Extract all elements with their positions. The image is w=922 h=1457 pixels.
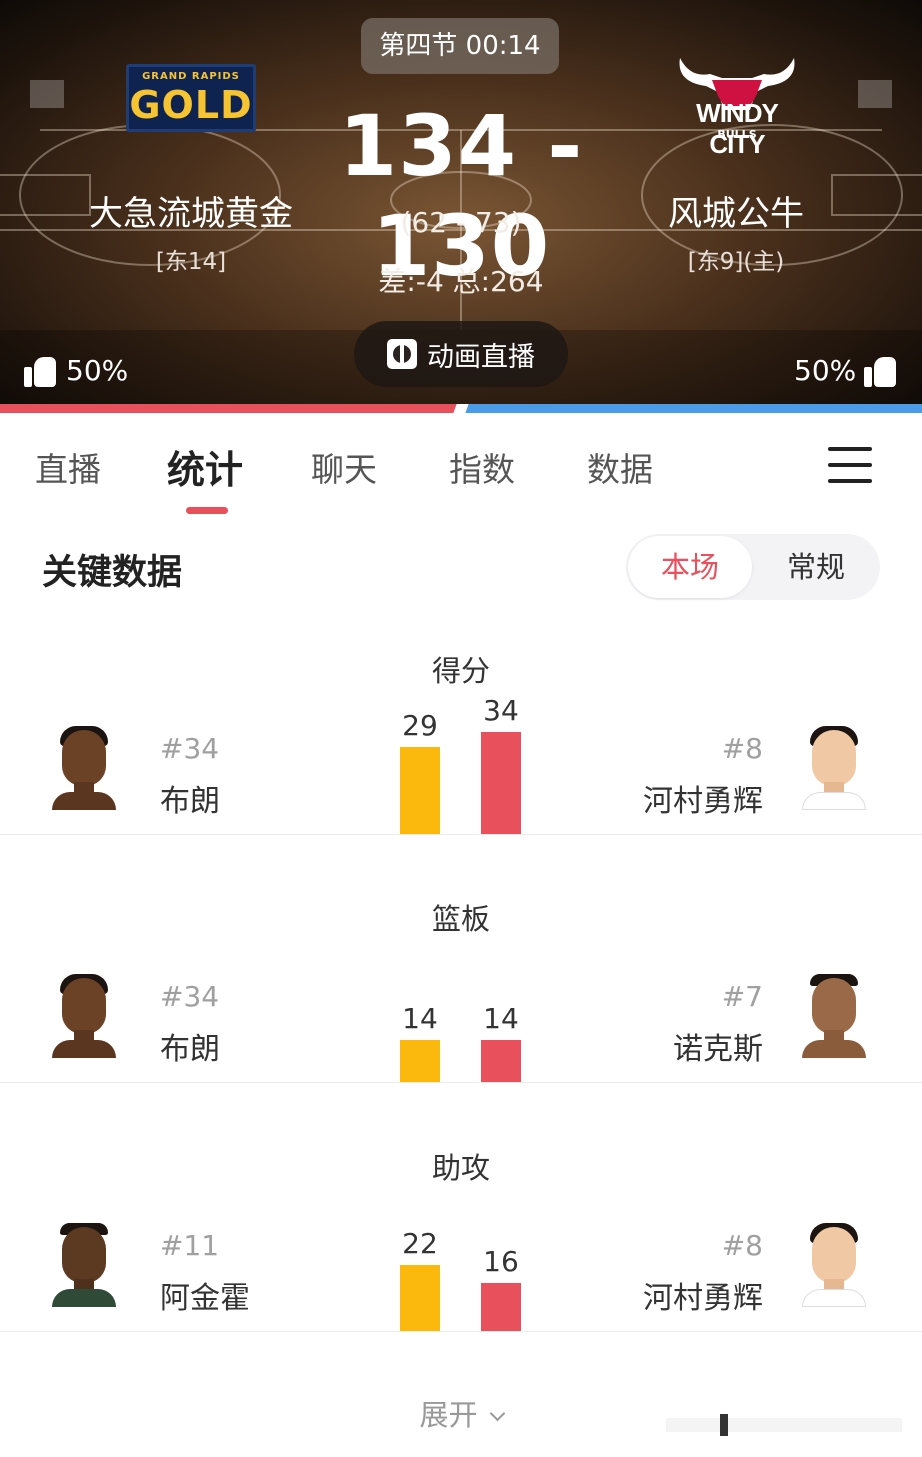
player-number: #8 [721, 1229, 763, 1262]
toggle-this-game[interactable]: 本场 [628, 536, 752, 598]
avatar[interactable] [802, 974, 866, 1058]
player-name[interactable]: 诺克斯 [673, 1024, 763, 1068]
animation-live-label: 动画直播 [427, 341, 535, 373]
home-team-name[interactable]: 大急流城黄金 [41, 186, 341, 235]
stat-block-points: 得分 #34 布朗 29 34 #8 河村勇辉 [0, 648, 922, 896]
stat-label: 得分 [431, 654, 490, 688]
home-stat-bar [400, 747, 440, 834]
home-team-logo[interactable]: GRAND RAPIDS GOLD [126, 64, 256, 132]
animation-live-button[interactable]: 动画直播 [354, 321, 568, 387]
match-stats-page: 第四节 00:14 GRAND RAPIDS GOLD WINDY CITY B… [0, 0, 922, 1457]
away-stat-bar [481, 1040, 521, 1082]
player-name[interactable]: 布朗 [160, 776, 220, 820]
stat-label: 助攻 [431, 1151, 490, 1185]
thumbs-up-icon [24, 355, 58, 387]
home-vote-percent: 50% [66, 354, 129, 387]
player-number: #11 [160, 1229, 220, 1262]
home-stat-bar [400, 1265, 440, 1331]
player-number: #34 [160, 980, 220, 1013]
away-stat-bar [481, 732, 521, 834]
stat-value: 14 [483, 1002, 519, 1035]
away-team-rank: [东9](主) [687, 249, 785, 275]
stat-value: 16 [483, 1245, 519, 1278]
avatar[interactable] [802, 1223, 866, 1307]
player-name[interactable]: 阿金霍 [160, 1273, 250, 1317]
player-name[interactable]: 布朗 [160, 1024, 220, 1068]
away-team-logo[interactable]: WINDY CITY BULLS [672, 52, 802, 159]
home-vote[interactable]: 50% [24, 354, 128, 387]
stat-block-rebounds: 篮板 #34 布朗 14 14 #7 诺克斯 [0, 896, 922, 1144]
tab-data[interactable]: 数据 [587, 443, 653, 491]
player-number: #34 [160, 732, 220, 765]
stat-value: 22 [402, 1227, 438, 1260]
tab-chat[interactable]: 聊天 [311, 443, 377, 491]
expand-label: 展开 [419, 1398, 478, 1432]
player-number: #7 [721, 980, 763, 1013]
divider [0, 834, 922, 835]
period-clock: 第四节 00:14 [361, 18, 559, 74]
tab-stats[interactable]: 统计 [167, 439, 243, 494]
stat-block-assists: 助攻 #11 阿金霍 22 16 #8 河村勇辉 [0, 1145, 922, 1393]
watermark [666, 1414, 902, 1436]
away-vote-percent: 50% [794, 354, 857, 387]
tab-bar: 直播 统计 聊天 指数 数据 [0, 413, 922, 523]
stat-value: 29 [402, 709, 438, 742]
logo-text-top: GRAND RAPIDS [142, 71, 240, 82]
half-score: (62 - 73) [400, 206, 522, 239]
toggle-regular[interactable]: 常规 [754, 534, 878, 600]
away-vote[interactable]: 50% [794, 354, 898, 387]
home-stat-bar [400, 1040, 440, 1082]
stat-value: 34 [483, 694, 519, 727]
stats-scope-toggle: 本场 常规 [626, 534, 880, 600]
avatar[interactable] [52, 1223, 116, 1307]
divider [0, 1082, 922, 1083]
chevron-down-icon [489, 1405, 505, 1422]
active-tab-indicator [186, 507, 228, 514]
away-stat-bar [481, 1283, 521, 1331]
thumbs-up-icon [864, 355, 898, 387]
animation-live-icon [387, 339, 417, 369]
menu-icon[interactable] [828, 447, 872, 483]
diff-total: 差:-4 总:264 [378, 265, 544, 298]
logo-text-sub: BULLS [717, 128, 757, 141]
key-stats-title: 关键数据 [42, 553, 183, 593]
avatar[interactable] [52, 726, 116, 810]
player-number: #8 [721, 732, 763, 765]
divider [0, 1331, 922, 1332]
stat-label: 篮板 [431, 902, 490, 936]
away-team-name[interactable]: 风城公牛 [586, 186, 886, 235]
scoreboard-header: 第四节 00:14 GRAND RAPIDS GOLD WINDY CITY B… [0, 0, 922, 404]
home-team-rank: [东14] [155, 249, 227, 275]
logo-text-main: GOLD [129, 83, 253, 127]
tab-odds[interactable]: 指数 [449, 443, 515, 491]
player-name[interactable]: 河村勇辉 [643, 776, 763, 820]
avatar[interactable] [52, 974, 116, 1058]
away-vote-bar [461, 404, 922, 413]
stat-value: 14 [402, 1002, 438, 1035]
tab-live[interactable]: 直播 [35, 443, 101, 491]
home-vote-bar [0, 404, 461, 413]
avatar[interactable] [802, 726, 866, 810]
player-name[interactable]: 河村勇辉 [643, 1273, 763, 1317]
